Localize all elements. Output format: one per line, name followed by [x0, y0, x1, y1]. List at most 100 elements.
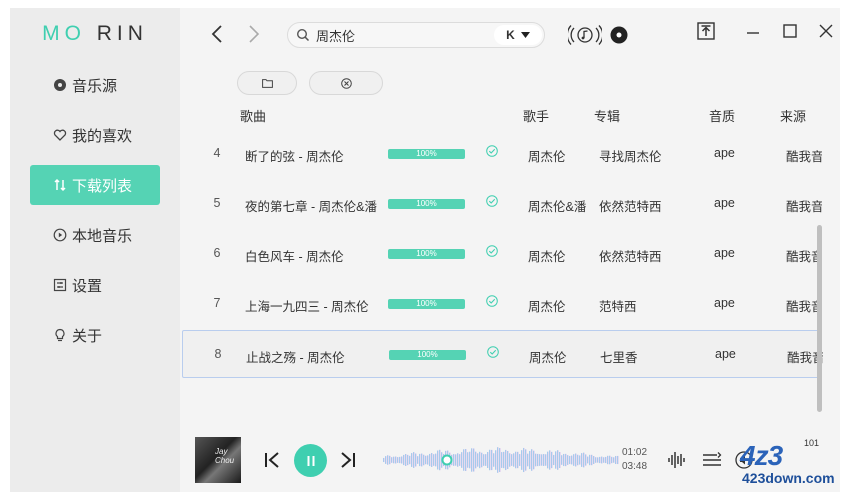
sidebar-item-settings[interactable]: 设置: [30, 265, 160, 305]
album-cover[interactable]: Jay Chou: [195, 437, 241, 483]
waveform-bar: [557, 450, 559, 470]
next-button[interactable]: [338, 449, 358, 471]
app-logo: MO RIN: [10, 22, 180, 46]
search-input[interactable]: [316, 26, 476, 44]
sidebar-item-label: 设置: [72, 277, 103, 295]
waveform-bar: [537, 453, 539, 467]
row-title: 上海一九四三 - 周杰伦: [245, 300, 369, 314]
record-button[interactable]: [610, 26, 628, 44]
waveform-bar: [527, 453, 529, 467]
waveform-bar: [383, 457, 385, 463]
open-folder-button[interactable]: [237, 71, 297, 95]
waveform-bar: [493, 453, 495, 467]
waveform-bar: [391, 457, 393, 463]
forward-button[interactable]: [244, 23, 264, 45]
waveform-bar: [413, 452, 415, 468]
waveform-bar: [469, 451, 471, 469]
waveform-bar: [565, 453, 567, 467]
waveform-bar: [405, 453, 407, 467]
waveform-bar: [511, 454, 513, 466]
waveform-bar: [465, 449, 467, 471]
list-scrollbar[interactable]: [817, 225, 822, 412]
waveform-bar: [495, 450, 497, 470]
waveform-bar: [553, 454, 555, 466]
waveform-bar: [539, 454, 541, 466]
top-bar: K: [180, 8, 840, 60]
close-icon: [819, 24, 833, 38]
row-source: 酷我音乐: [786, 200, 822, 214]
waveform-bar: [485, 454, 487, 466]
current-time: 01:02: [622, 447, 648, 458]
waveform-bar: [437, 450, 439, 470]
row-album: 七里香: [600, 351, 638, 365]
mini-mode-button[interactable]: [696, 21, 716, 41]
listen-identify-button[interactable]: [568, 24, 602, 46]
waveform-bar: [487, 452, 489, 468]
sidebar-item-favorites[interactable]: 我的喜欢: [30, 115, 160, 155]
waveform-bar: [393, 456, 395, 464]
waveform-bar: [499, 448, 501, 472]
row-quality: ape: [714, 196, 735, 210]
waveform-bar: [505, 449, 507, 471]
download-progress-bar: 100%: [388, 299, 465, 309]
waveform-bar: [483, 454, 485, 466]
row-source: 酷我音乐: [786, 150, 822, 164]
row-quality: ape: [715, 347, 736, 361]
table-row[interactable]: 4 断了的弦 - 周杰伦 100% 周杰伦 寻找周杰伦 ape 酷我音乐: [180, 130, 822, 178]
header-song: 歌曲: [240, 109, 267, 124]
table-row[interactable]: 6 白色风车 - 周杰伦 100% 周杰伦 依然范特西 ape 酷我音乐: [180, 230, 822, 278]
maximize-button[interactable]: [780, 21, 800, 41]
table-row[interactable]: 5 夜的第七章 - 周杰伦&潘 100% 周杰伦&潘 依然范特西 ape 酷我音…: [180, 180, 822, 228]
caret-down-icon: [520, 32, 530, 38]
download-progress-bar: 100%: [389, 350, 466, 360]
back-button[interactable]: [207, 23, 227, 45]
row-singer: 周杰伦: [529, 351, 567, 365]
row-number: 7: [213, 296, 221, 310]
waveform-bar: [613, 457, 615, 463]
waveform-bar: [513, 453, 515, 467]
waveform-bar: [611, 456, 613, 464]
waveform-bar: [603, 457, 605, 463]
chevron-left-icon: [211, 25, 222, 43]
previous-button[interactable]: [262, 449, 282, 471]
clear-list-button[interactable]: [309, 71, 383, 95]
header-singer: 歌手: [523, 109, 550, 124]
check-circle-icon: [486, 195, 498, 210]
close-button[interactable]: [816, 21, 836, 41]
waveform-bar: [543, 454, 545, 466]
waveform-bar: [473, 448, 475, 472]
waveform-bar: [525, 449, 527, 471]
source-select[interactable]: K: [494, 25, 542, 45]
sidebar-item-music-source[interactable]: 音乐源: [30, 65, 160, 105]
waveform-bar: [595, 457, 597, 463]
table-header: 歌曲 歌手 专辑 音质 来源: [180, 104, 840, 124]
table-row-selected[interactable]: 8 止战之殇 - 周杰伦 100% 周杰伦 七里香 ape 酷我音乐: [182, 330, 823, 378]
download-progress-bar: 100%: [388, 199, 465, 209]
waveform-bar: [601, 456, 603, 464]
check-circle-icon: [486, 245, 498, 260]
row-number: 5: [213, 196, 221, 210]
search-box: K: [287, 22, 545, 48]
minimize-button[interactable]: [743, 21, 763, 41]
waveform-bar: [459, 454, 461, 466]
visualizer-button[interactable]: [667, 450, 685, 470]
waveform-bar: [589, 454, 591, 466]
playlist-button[interactable]: [701, 450, 723, 470]
pause-button[interactable]: [294, 444, 327, 477]
waveform-bar: [563, 453, 565, 467]
table-row[interactable]: 7 上海一九四三 - 周杰伦 100% 周杰伦 范特西 ape 酷我音乐: [180, 280, 822, 328]
source-select-label: K: [506, 28, 515, 42]
waveform-bar: [605, 456, 607, 464]
waveform-bar: [489, 449, 491, 471]
sidebar-item-downloads[interactable]: 下载列表: [30, 165, 160, 205]
close-circle-icon: [340, 77, 352, 89]
sidebar-item-about[interactable]: 关于: [30, 315, 160, 355]
waveform-bar: [523, 447, 525, 473]
main-panel: K: [180, 8, 840, 492]
logo-accent: MO: [42, 22, 86, 45]
waveform-seekbar[interactable]: [383, 445, 619, 475]
seek-knob[interactable]: [441, 454, 453, 466]
sidebar-item-local-music[interactable]: 本地音乐: [30, 215, 160, 255]
waveform-bar: [577, 454, 579, 466]
waveform-bar: [579, 455, 581, 465]
